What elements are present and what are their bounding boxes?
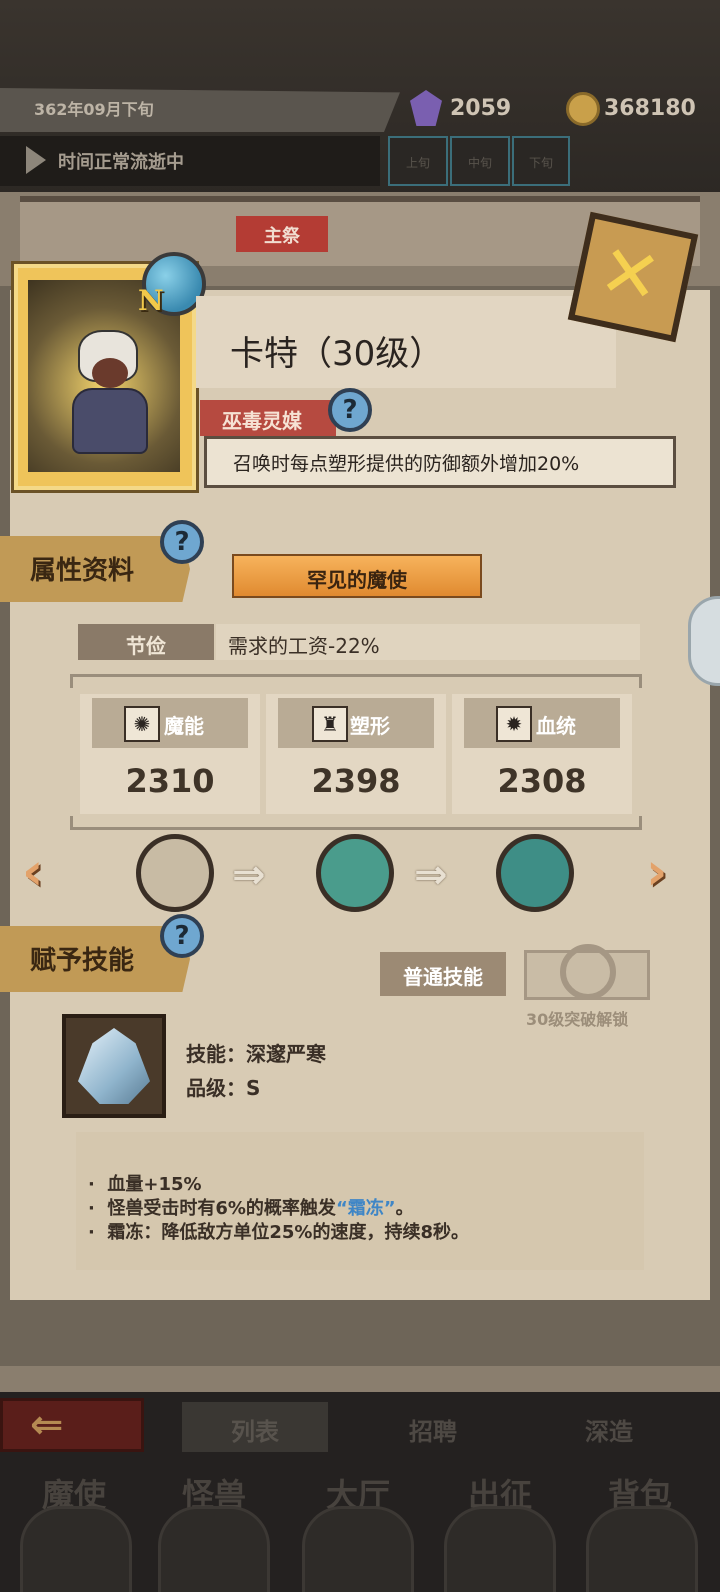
gem-count: 2059 <box>450 96 512 121</box>
side-floating-button[interactable] <box>688 596 720 686</box>
frost-keyword: “霜冻” <box>335 1198 396 1219</box>
stat-label-bloodline: 血统 <box>464 698 620 748</box>
time-status: 时间正常流逝中 <box>58 152 184 173</box>
evolution-arrow-icon: ⇒ <box>414 852 448 898</box>
hero-trait: 召唤时每点塑形提供的防御额外增加20% <box>204 436 676 488</box>
coin-icon <box>566 92 600 126</box>
evolution-stage-3-icon[interactable] <box>496 834 574 912</box>
stat-rail-top <box>70 674 642 688</box>
hero-face <box>92 358 128 388</box>
skull-icon[interactable] <box>20 1506 132 1592</box>
stat-value-bloodline: 2308 <box>497 762 587 800</box>
hero-class: 巫毒灵媒 <box>200 400 336 436</box>
play-icon[interactable] <box>26 146 46 174</box>
locked-hint: 30级突破解锁 <box>526 1010 629 1029</box>
stat-value-magic: 2310 <box>125 762 215 800</box>
coin-count: 368180 <box>604 96 696 121</box>
evolution-arrow-icon: ⇒ <box>232 852 266 898</box>
game-date: 362年09月下旬 <box>0 88 400 132</box>
expedition-icon[interactable] <box>444 1506 556 1592</box>
evolution-stage-1-icon[interactable] <box>136 834 214 912</box>
role-tag: 主祭 <box>236 216 328 252</box>
stat-value-shaping: 2398 <box>311 762 401 800</box>
rarity-badge: N <box>138 284 164 317</box>
backpack-icon[interactable] <box>586 1506 698 1592</box>
next-hero-arrow-icon[interactable]: › <box>646 842 667 902</box>
back-button[interactable] <box>0 1398 144 1452</box>
speed-option-mid[interactable]: 中旬 <box>450 136 510 186</box>
speed-option-late[interactable]: 下旬 <box>512 136 570 186</box>
skill-grade: 品级：S <box>186 1076 261 1100</box>
skills-help-icon[interactable]: ? <box>160 914 204 958</box>
back-arrow-icon[interactable]: ⇐ <box>30 1402 64 1448</box>
prev-hero-arrow-icon[interactable]: ‹ <box>22 842 43 902</box>
stat-label-shaping: 塑形 <box>278 698 434 748</box>
skill-desc-line-1: · 血量+15% <box>88 1174 202 1195</box>
trait-label: 节俭 <box>78 624 214 660</box>
speed-option-early[interactable]: 上旬 <box>388 136 448 186</box>
time-bar <box>0 136 380 186</box>
bloodline-icon: ✹ <box>496 706 532 742</box>
skill-desc-line-2: · 怪兽受击时有6%的概率触发“霜冻”。 <box>88 1198 414 1219</box>
attributes-help-icon[interactable]: ? <box>160 520 204 564</box>
close-icon[interactable]: ✕ <box>593 227 667 320</box>
class-help-icon[interactable]: ? <box>328 388 372 432</box>
skill-name: 技能：深邃严寒 <box>186 1042 326 1066</box>
armor-icon: ♜ <box>312 706 348 742</box>
rank-banner: 罕见的魔使 <box>232 554 482 598</box>
stat-rail-bottom <box>70 816 642 830</box>
magic-icon: ✺ <box>124 706 160 742</box>
hall-icon[interactable] <box>302 1506 414 1592</box>
monster-icon[interactable] <box>158 1506 270 1592</box>
skill-desc-line-3: · 霜冻：降低敌方单位25%的速度，持续8秒。 <box>88 1222 469 1243</box>
lock-icon <box>560 944 616 1000</box>
tab-list[interactable]: 列表 <box>182 1402 328 1452</box>
evolution-stage-2-icon[interactable] <box>316 834 394 912</box>
normal-skill-button[interactable]: 普通技能 <box>380 952 506 996</box>
hero-figure-body <box>72 388 148 454</box>
trait-value: 需求的工资-22% <box>216 624 640 660</box>
hero-name: 卡特（30级） <box>230 334 444 374</box>
tab-recruit[interactable]: 招聘 <box>360 1402 506 1452</box>
tab-training[interactable]: 深造 <box>536 1402 682 1452</box>
stat-label-magic: 魔能 <box>92 698 248 748</box>
